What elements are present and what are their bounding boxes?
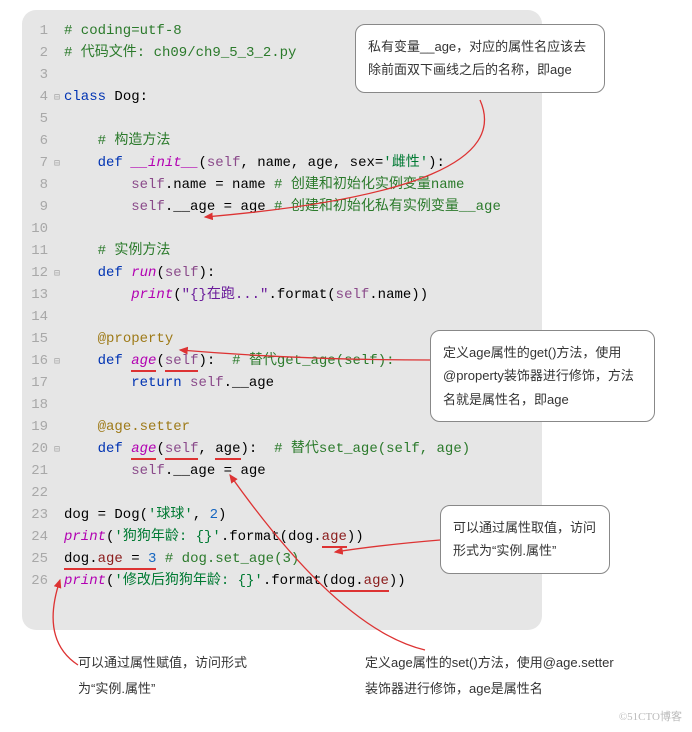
line-number: 24 — [22, 526, 54, 548]
annotation-property-get: 定义age属性的get()方法，使用@property装饰器进行修饰，方法名就是… — [430, 330, 655, 422]
line-number: 17 — [22, 372, 54, 394]
line-number: 12 — [22, 262, 54, 284]
caption-attr-set: 可以通过属性赋值，访问形式为“实例.属性” — [78, 650, 268, 702]
code-line: 8 self.name = name # 创建和初始化实例变量name — [22, 174, 542, 196]
code-text: self.name = name # 创建和初始化实例变量name — [64, 174, 542, 196]
code-text: def __init__(self, name, age, sex='雌性'): — [64, 152, 542, 174]
line-number: 15 — [22, 328, 54, 350]
line-number: 5 — [22, 108, 54, 130]
fold-marker: ⊟ — [54, 352, 64, 374]
code-text: self.__age = age — [64, 460, 542, 482]
code-text: self.__age = age # 创建和初始化私有实例变量__age — [64, 196, 542, 218]
line-number: 23 — [22, 504, 54, 526]
line-number: 6 — [22, 130, 54, 152]
line-number: 11 — [22, 240, 54, 262]
code-line: 5 — [22, 108, 542, 130]
line-number: 18 — [22, 394, 54, 416]
fold-marker: ⊟ — [54, 154, 64, 176]
line-number: 14 — [22, 306, 54, 328]
line-number: 4 — [22, 86, 54, 108]
fold-marker: ⊟ — [54, 88, 64, 110]
code-line: 13 print("{}在跑...".format(self.name)) — [22, 284, 542, 306]
annotation-private-age: 私有变量__age，对应的属性名应该去除前面双下画线之后的名称，即age — [355, 24, 605, 93]
line-number: 22 — [22, 482, 54, 504]
code-line: 7⊟ def __init__(self, name, age, sex='雌性… — [22, 152, 542, 174]
line-number: 3 — [22, 64, 54, 86]
fold-marker: ⊟ — [54, 440, 64, 462]
code-text: print("{}在跑...".format(self.name)) — [64, 284, 542, 306]
code-line: 20⊟ def age(self, age): # 替代set_age(self… — [22, 438, 542, 460]
watermark: ©51CTO博客 — [619, 708, 682, 724]
code-line: 9 self.__age = age # 创建和初始化私有实例变量__age — [22, 196, 542, 218]
line-number: 25 — [22, 548, 54, 570]
fold-marker: ⊟ — [54, 264, 64, 286]
line-number: 26 — [22, 570, 54, 592]
line-number: 1 — [22, 20, 54, 42]
code-line: 10 — [22, 218, 542, 240]
line-number: 7 — [22, 152, 54, 174]
code-text: # 实例方法 — [64, 240, 542, 262]
code-line: 14 — [22, 306, 542, 328]
code-text: # 构造方法 — [64, 130, 542, 152]
line-number: 21 — [22, 460, 54, 482]
annotation-attr-get: 可以通过属性取值，访问形式为“实例.属性” — [440, 505, 610, 574]
line-number: 20 — [22, 438, 54, 460]
code-text: def age(self, age): # 替代set_age(self, ag… — [64, 438, 542, 460]
line-number: 2 — [22, 42, 54, 64]
line-number: 13 — [22, 284, 54, 306]
code-line: 22 — [22, 482, 542, 504]
code-text: def run(self): — [64, 262, 542, 284]
code-line: 12⊟ def run(self): — [22, 262, 542, 284]
line-number: 16 — [22, 350, 54, 372]
line-number: 10 — [22, 218, 54, 240]
line-number: 19 — [22, 416, 54, 438]
code-line: 21 self.__age = age — [22, 460, 542, 482]
line-number: 9 — [22, 196, 54, 218]
caption-setter-decorator: 定义age属性的set()方法，使用@age.setter装饰器进行修饰，age… — [365, 650, 625, 702]
line-number: 8 — [22, 174, 54, 196]
code-line: 6 # 构造方法 — [22, 130, 542, 152]
code-line: 11 # 实例方法 — [22, 240, 542, 262]
